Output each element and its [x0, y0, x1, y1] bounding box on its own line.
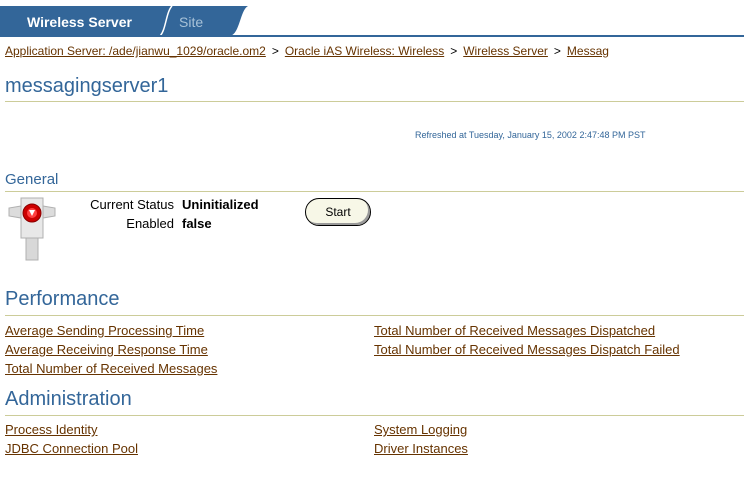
link-avg-sending-processing-time[interactable]: Average Sending Processing Time	[5, 323, 204, 338]
start-button[interactable]: Start	[305, 198, 371, 226]
title-divider	[5, 101, 744, 102]
performance-heading: Performance	[5, 288, 120, 310]
breadcrumb-messaging[interactable]: Messag	[567, 44, 609, 58]
tab-wireless-server[interactable]: Wireless Server	[0, 6, 160, 36]
breadcrumb-ias-wireless[interactable]: Oracle iAS Wireless: Wireless	[285, 44, 444, 58]
tab-separator-curve	[160, 6, 173, 36]
breadcrumb-separator: >	[271, 44, 279, 58]
breadcrumb-separator: >	[553, 44, 561, 58]
tab-end-curve	[230, 6, 270, 36]
current-status-value: Uninitialized	[182, 197, 259, 212]
current-status-row: Current Status Uninitialized	[0, 197, 259, 212]
administration-heading: Administration	[5, 388, 132, 410]
breadcrumb-separator: >	[450, 44, 458, 58]
link-driver-instances[interactable]: Driver Instances	[374, 441, 468, 456]
breadcrumb-wireless-server[interactable]: Wireless Server	[463, 44, 548, 58]
administration-divider	[5, 415, 744, 416]
link-process-identity[interactable]: Process Identity	[5, 422, 98, 437]
general-heading: General	[5, 171, 59, 188]
tab-bar: Wireless Server Site	[0, 0, 744, 37]
link-total-received-dispatch-failed[interactable]: Total Number of Received Messages Dispat…	[374, 342, 680, 357]
general-divider	[5, 191, 744, 192]
link-jdbc-connection-pool[interactable]: JDBC Connection Pool	[5, 441, 138, 456]
breadcrumb-app-server[interactable]: Application Server: /ade/jianwu_1029/ora…	[5, 44, 266, 58]
tab-bar-underline	[0, 35, 744, 37]
link-total-received-dispatched[interactable]: Total Number of Received Messages Dispat…	[374, 323, 655, 338]
tab-site-label: Site	[179, 14, 204, 30]
refreshed-timestamp: Refreshed at Tuesday, January 15, 2002 2…	[415, 130, 646, 140]
link-avg-receiving-response-time[interactable]: Average Receiving Response Time	[5, 342, 208, 357]
enabled-row: Enabled false	[0, 216, 212, 231]
page-title: messagingserver1	[5, 75, 169, 97]
tab-wireless-server-label: Wireless Server	[27, 14, 132, 30]
link-total-received-messages[interactable]: Total Number of Received Messages	[5, 361, 217, 376]
current-status-label: Current Status	[90, 197, 174, 212]
enabled-label: Enabled	[126, 216, 174, 231]
performance-divider	[5, 315, 744, 316]
link-system-logging[interactable]: System Logging	[374, 422, 467, 437]
breadcrumb: Application Server: /ade/jianwu_1029/ora…	[5, 44, 609, 58]
enabled-value: false	[182, 216, 212, 231]
